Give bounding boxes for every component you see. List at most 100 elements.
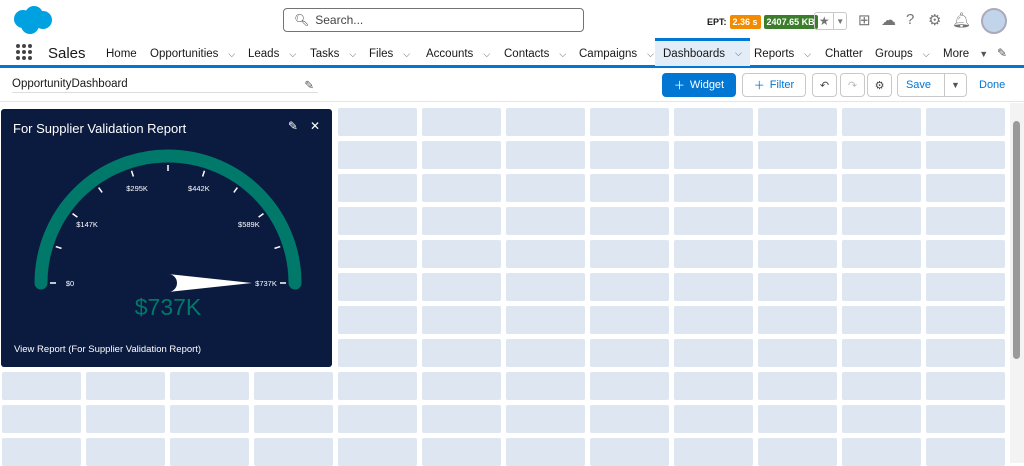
- add-filter-button[interactable]: ＋ Filter: [742, 73, 806, 97]
- tab-reports[interactable]: Reports ⌵: [754, 40, 811, 68]
- grid-cell: [422, 372, 501, 400]
- tab-home[interactable]: Home: [106, 40, 137, 68]
- grid-cell: [338, 438, 417, 466]
- chevron-down-icon[interactable]: ⌵: [228, 49, 235, 60]
- scrollbar[interactable]: [1010, 103, 1024, 463]
- tab-chatter[interactable]: Chatter: [825, 40, 863, 68]
- grid-cell: [338, 372, 417, 400]
- chevron-down-icon[interactable]: ⌵: [483, 49, 490, 60]
- chevron-down-icon[interactable]: ⌵: [289, 49, 296, 60]
- grid-cell: [758, 174, 837, 202]
- grid-cell: [842, 240, 921, 268]
- gauge-tick: [55, 245, 62, 250]
- trailhead-icon[interactable]: ☁: [881, 11, 896, 29]
- grid-cell: [842, 306, 921, 334]
- dashboard-name-input[interactable]: OpportunityDashboard ✎: [12, 78, 318, 93]
- add-widget-button[interactable]: ＋ Widget: [662, 73, 736, 97]
- grid-cell: [422, 207, 501, 235]
- tab-dashboards[interactable]: Dashboards ⌵: [655, 38, 750, 66]
- pencil-icon[interactable]: ✎: [304, 78, 314, 92]
- grid-cell: [842, 405, 921, 433]
- tab-label: Home: [106, 48, 137, 60]
- grid-cell: [674, 339, 753, 367]
- grid-cell: [170, 438, 249, 466]
- chevron-down-icon[interactable]: ▼: [944, 74, 966, 96]
- grid-cell: [422, 174, 501, 202]
- global-header: 🔍︎ Search... EPT: 2.36 s 2407.65 KB ★ ▼ ⊞ ☁ …: [0, 0, 1024, 40]
- bell-icon[interactable]: 🔔︎: [952, 11, 971, 29]
- grid-cell: [758, 438, 837, 466]
- settings-button[interactable]: ⚙: [867, 73, 892, 97]
- search-input[interactable]: 🔍︎ Search...: [283, 8, 584, 32]
- grid-cell: [506, 372, 585, 400]
- tab-files[interactable]: Files ⌵: [369, 40, 410, 68]
- redo-button[interactable]: ↷: [840, 73, 865, 97]
- tab-label: Groups: [875, 48, 913, 60]
- grid-cell: [842, 339, 921, 367]
- app-launcher-icon[interactable]: [16, 44, 32, 60]
- tab-tasks[interactable]: Tasks ⌵: [310, 40, 356, 68]
- chevron-down-icon[interactable]: ⌵: [559, 49, 566, 60]
- chevron-down-icon[interactable]: ▼: [979, 49, 988, 59]
- grid-cell: [842, 174, 921, 202]
- plus-icon[interactable]: ⊞: [858, 11, 871, 29]
- grid-cell: [422, 339, 501, 367]
- tab-accounts[interactable]: Accounts ⌵: [426, 40, 490, 68]
- gear-icon[interactable]: ⚙: [928, 11, 941, 29]
- chevron-down-icon[interactable]: ⌵: [403, 49, 410, 60]
- ept-badge: 2.36 s: [729, 15, 761, 29]
- favorites-button[interactable]: ★ ▼: [814, 12, 847, 30]
- grid-cell: [674, 141, 753, 169]
- tab-leads[interactable]: Leads ⌵: [248, 40, 296, 68]
- grid-cell: [254, 438, 333, 466]
- grid-cell: [590, 141, 669, 169]
- grid-cell: [338, 174, 417, 202]
- chevron-down-icon[interactable]: ▼: [834, 13, 846, 29]
- grid-cell: [338, 240, 417, 268]
- tab-label: Leads: [248, 48, 280, 60]
- done-button[interactable]: Done: [979, 79, 1005, 91]
- grid-cell: [674, 174, 753, 202]
- tab-campaigns[interactable]: Campaigns ⌵: [579, 40, 654, 68]
- grid-cell: [86, 438, 165, 466]
- grid-cell: [422, 141, 501, 169]
- grid-cell: [506, 273, 585, 301]
- star-icon[interactable]: ★: [815, 13, 835, 29]
- grid-cell: [758, 306, 837, 334]
- chevron-down-icon[interactable]: ⌵: [349, 49, 356, 60]
- chevron-down-icon[interactable]: ⌵: [647, 49, 654, 60]
- grid-cell: [926, 273, 1005, 301]
- tab-contacts[interactable]: Contacts ⌵: [504, 40, 566, 68]
- grid-cell: [422, 438, 501, 466]
- chevron-down-icon[interactable]: ⌵: [923, 49, 930, 60]
- help-icon[interactable]: ?: [906, 11, 914, 28]
- tab-opportunities[interactable]: Opportunities ⌵: [150, 40, 235, 68]
- grid-cell: [86, 372, 165, 400]
- scrollbar-thumb[interactable]: [1013, 121, 1020, 359]
- avatar[interactable]: [981, 8, 1007, 34]
- grid-cell: [422, 240, 501, 268]
- tab-groups[interactable]: Groups ⌵: [875, 40, 930, 68]
- view-report-link[interactable]: View Report (For Supplier Validation Rep…: [14, 344, 201, 355]
- grid-cell: [926, 306, 1005, 334]
- undo-button[interactable]: ↶: [812, 73, 837, 97]
- gauge-tick-label: $737K: [255, 279, 277, 288]
- salesforce-logo[interactable]: [10, 5, 54, 35]
- grid-cell: [590, 207, 669, 235]
- grid-cell: [590, 306, 669, 334]
- save-button[interactable]: Save ▼: [897, 73, 967, 97]
- grid-cell: [422, 306, 501, 334]
- grid-cell: [926, 207, 1005, 235]
- grid-cell: [758, 108, 837, 136]
- grid-cell: [422, 405, 501, 433]
- tab-more[interactable]: More ▼: [943, 40, 988, 68]
- grid-cell: [842, 438, 921, 466]
- grid-cell: [170, 372, 249, 400]
- chevron-down-icon[interactable]: ⌵: [804, 49, 811, 60]
- chevron-down-icon[interactable]: ⌵: [735, 48, 742, 59]
- edit-nav-icon[interactable]: ✎: [997, 46, 1007, 60]
- grid-cell: [338, 339, 417, 367]
- grid-cell: [674, 273, 753, 301]
- gauge-tick: [233, 187, 238, 193]
- gauge-widget[interactable]: For Supplier Validation Report ✎ ✕ $0 $147…: [1, 109, 332, 367]
